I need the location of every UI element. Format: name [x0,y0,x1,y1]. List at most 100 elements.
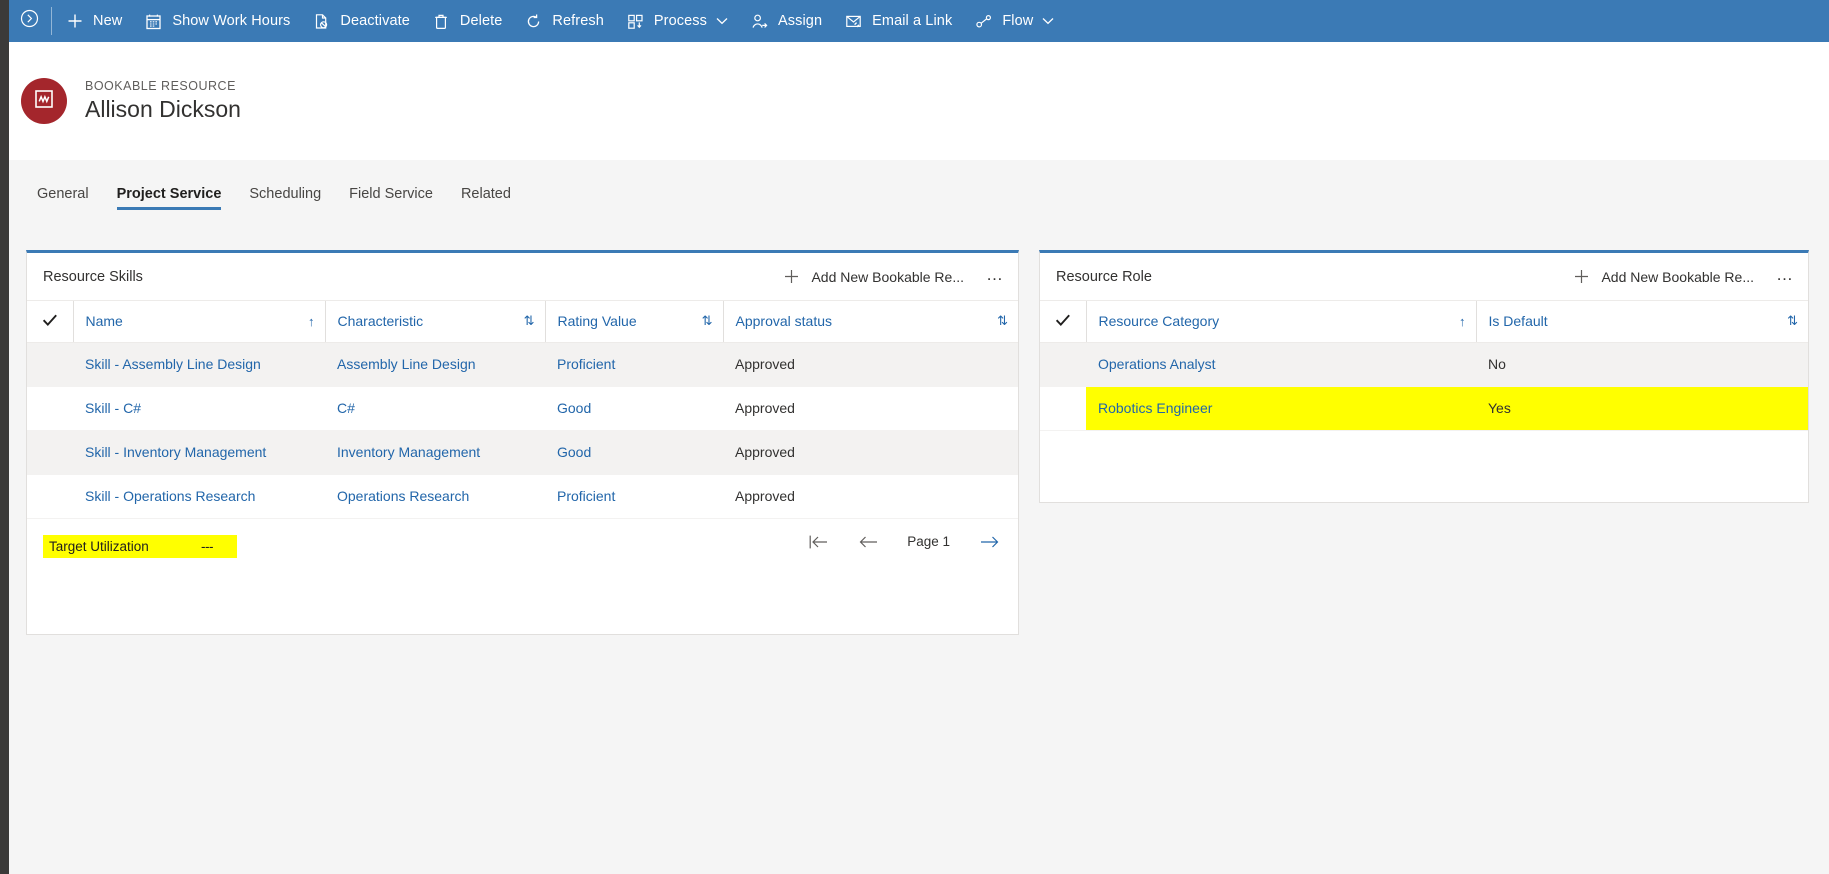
cell-rating-value[interactable]: Proficient [545,342,723,386]
table-row[interactable]: Skill - Inventory Management Inventory M… [27,430,1018,474]
cell-name[interactable]: Skill - Inventory Management [73,430,325,474]
process-flow-icon [626,12,645,31]
command-delete-label: Delete [459,12,503,29]
column-header-name-label: Name [85,313,123,330]
app-rail [0,0,9,874]
select-all-header[interactable] [27,301,73,343]
cell-approval-status: Approved [735,488,795,504]
command-process-button[interactable]: Process [615,0,739,42]
column-header-approval-status-label: Approval status [735,313,833,330]
cell-characteristic[interactable]: Inventory Management [325,430,545,474]
table-row[interactable]: Skill - Assembly Line Design Assembly Li… [27,342,1018,386]
command-show-work-hours-label: Show Work Hours [172,12,291,29]
tab-related[interactable]: Related [447,186,525,211]
command-email-a-link-label: Email a Link [872,12,953,29]
cell-approval-status: Approved [735,400,795,416]
record-header: BOOKABLE RESOURCE Allison Dickson [9,42,1829,160]
cell-approval-status: Approved [735,444,795,460]
sort-asc-icon: ↑ [308,313,315,329]
record-entity-label: BOOKABLE RESOURCE [85,79,236,93]
column-header-name[interactable]: Name ↑ [72,301,325,343]
command-show-work-hours-button[interactable]: Show Work Hours [133,0,301,42]
assign-person-icon [750,12,769,31]
plus-icon [65,12,84,31]
column-header-approval-status[interactable]: Approval status ⇅ [722,301,1018,343]
column-header-rating-value-label: Rating Value [557,313,637,330]
command-delete-button[interactable]: Delete [421,0,514,42]
cell-approval-status: Approved [735,356,795,372]
cell-rating-value[interactable]: Good [545,430,723,474]
table-row[interactable]: Robotics Engineer Yes [1040,386,1808,430]
command-flow-label: Flow [1002,12,1034,29]
form-canvas: Resource Skills Add New Bookable Re... … [9,210,1829,874]
select-all-header[interactable] [1040,301,1086,343]
command-new-label: New [93,12,123,29]
tab-project-service[interactable]: Project Service [103,186,236,211]
column-header-characteristic-label: Characteristic [337,313,424,330]
tab-general[interactable]: General [23,186,103,211]
refresh-icon [524,12,543,31]
deactivate-page-icon [312,12,331,31]
sort-both-icon: ⇅ [997,313,1008,329]
cell-name[interactable]: Skill - C# [73,386,325,430]
command-assign-label: Assign [778,12,823,29]
row-select-cell[interactable] [27,342,73,386]
cell-rating-value[interactable]: Good [545,386,723,430]
sort-asc-icon: ↑ [1459,313,1466,329]
resource-skills-add-button[interactable]: Add New Bookable Re... [784,269,964,285]
command-email-a-link-button[interactable]: Email a Link [833,0,963,42]
target-utilization-value: --- [201,539,214,554]
flow-icon [974,12,993,31]
table-row[interactable]: Skill - C# C# Good Approved [27,386,1018,430]
cell-characteristic[interactable]: C# [325,386,545,430]
page-prev-icon[interactable] [857,531,879,553]
command-flow-button[interactable]: Flow [963,0,1065,42]
row-select-cell[interactable] [27,474,73,518]
expand-navigation-button[interactable] [9,0,49,42]
form-tab-strip: General Project Service Scheduling Field… [9,160,1829,210]
table-row[interactable]: Skill - Operations Research Operations R… [27,474,1018,518]
command-deactivate-button[interactable]: Deactivate [301,0,421,42]
column-header-rating-value[interactable]: Rating Value ⇅ [544,301,723,343]
resource-role-overflow-button[interactable]: … [1776,266,1794,288]
tab-field-service[interactable]: Field Service [335,186,447,211]
cell-characteristic[interactable]: Operations Research [325,474,545,518]
cell-is-default: No [1488,356,1506,372]
cell-resource-category[interactable]: Robotics Engineer [1086,386,1476,430]
avatar [21,78,67,124]
resource-skills-title: Resource Skills [43,268,143,285]
bookable-resource-icon [33,88,55,115]
command-refresh-button[interactable]: Refresh [513,0,614,42]
sort-both-icon: ⇅ [523,313,535,329]
chevron-down-icon [1042,17,1054,25]
cell-resource-category[interactable]: Operations Analyst [1086,342,1476,386]
column-header-is-default[interactable]: Is Default ⇅ [1475,301,1808,343]
resource-role-title: Resource Role [1056,268,1152,285]
resource-skills-add-label: Add New Bookable Re... [811,268,964,285]
command-new-button[interactable]: New [54,0,133,42]
column-header-resource-category[interactable]: Resource Category ↑ [1085,301,1476,343]
trash-icon [432,12,451,31]
command-assign-button[interactable]: Assign [739,0,833,42]
resource-skills-grid: Name ↑ Characteristic ⇅ Rating Value ⇅ A… [27,301,1018,519]
row-select-cell[interactable] [27,430,73,474]
resource-role-add-button[interactable]: Add New Bookable Re... [1574,269,1754,285]
cell-name[interactable]: Skill - Assembly Line Design [73,342,325,386]
target-utilization-field[interactable]: Target Utilization --- [43,535,237,558]
cell-name[interactable]: Skill - Operations Research [73,474,325,518]
resource-skills-overflow-button[interactable]: … [986,266,1004,288]
command-bar: New Show Work Hours Deactivate Delete Re… [0,0,1829,42]
page-next-icon[interactable] [978,531,1000,553]
row-select-cell[interactable] [1040,342,1086,386]
tab-scheduling[interactable]: Scheduling [235,186,335,211]
cell-rating-value[interactable]: Proficient [545,474,723,518]
grid-header-row: Resource Category ↑ Is Default ⇅ [1040,301,1808,343]
row-select-cell[interactable] [27,386,73,430]
resource-skills-panel: Resource Skills Add New Bookable Re... … [26,250,1019,635]
column-header-characteristic[interactable]: Characteristic ⇅ [324,301,545,343]
command-bar-divider [51,7,52,35]
page-first-icon[interactable] [807,531,829,553]
row-select-cell[interactable] [1040,386,1086,430]
table-row[interactable]: Operations Analyst No [1040,342,1808,386]
cell-characteristic[interactable]: Assembly Line Design [325,342,545,386]
